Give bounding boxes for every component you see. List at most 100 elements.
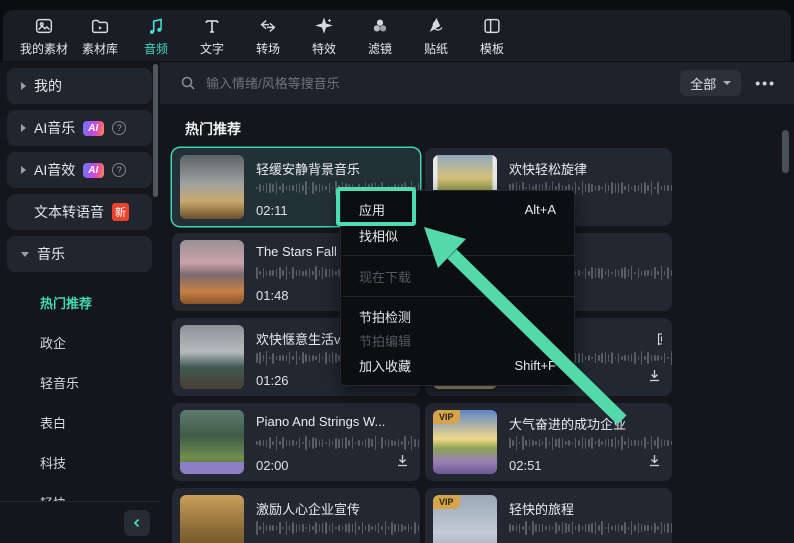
tab-label: 贴纸 bbox=[423, 41, 448, 56]
sidebar-footer bbox=[0, 501, 160, 543]
filters-icon bbox=[373, 19, 387, 31]
music-category[interactable]: 轻音乐 bbox=[0, 362, 160, 402]
music-thumbnail: VIP bbox=[433, 410, 497, 474]
menu-item-download-now: 现在下载 bbox=[341, 263, 574, 289]
more-menu-button[interactable]: ••• bbox=[751, 75, 780, 91]
templates-icon bbox=[484, 18, 500, 33]
collapse-sidebar-button[interactable] bbox=[124, 510, 150, 536]
stickers-icon bbox=[429, 17, 443, 32]
menu-item-find-similar[interactable]: 找相似 bbox=[341, 222, 574, 248]
menu-item-beat-edit: 节拍编辑 bbox=[341, 328, 574, 352]
chevron-down-icon bbox=[723, 81, 732, 85]
menu-item-label: 节拍编辑 bbox=[359, 333, 412, 349]
sidebar-item-ai-music[interactable]: AI音乐 AI ? bbox=[7, 110, 152, 146]
music-thumbnail bbox=[180, 155, 244, 219]
section-title: 热门推荐 bbox=[185, 121, 241, 137]
tab-effects[interactable]: 特效 bbox=[296, 15, 352, 57]
waveform bbox=[509, 435, 677, 451]
music-card[interactable]: VIP 轻快的旅程 bbox=[425, 488, 673, 543]
music-category[interactable]: 热门推荐 bbox=[0, 282, 160, 322]
download-icon[interactable] bbox=[647, 453, 662, 473]
audio-icon bbox=[149, 17, 162, 34]
menu-item-label: 加入收藏 bbox=[359, 358, 412, 374]
music-card[interactable]: Piano And Strings W... 02:00 bbox=[172, 403, 420, 481]
menu-item-apply[interactable]: 应用 Alt+A bbox=[341, 196, 574, 222]
tab-label: 素材库 bbox=[81, 41, 118, 56]
tab-media-library[interactable]: 素材库 bbox=[72, 15, 128, 57]
music-thumbnail bbox=[180, 240, 244, 304]
music-title: 大气奋进的成功企业 bbox=[509, 417, 627, 432]
tab-stickers[interactable]: 贴纸 bbox=[408, 15, 464, 57]
music-duration: 01:48 bbox=[256, 288, 289, 303]
sidebar-item-label: 我的 bbox=[34, 78, 62, 94]
music-category[interactable]: 表白 bbox=[0, 402, 160, 442]
music-card-bottom: 02:51 bbox=[509, 455, 662, 473]
music-category[interactable]: 科技 bbox=[0, 442, 160, 482]
music-title: Piano And Strings W... bbox=[256, 414, 386, 429]
waveform bbox=[256, 435, 424, 451]
menu-item-label: 找相似 bbox=[359, 228, 399, 244]
music-duration: 02:51 bbox=[509, 458, 542, 473]
sidebar-item-ai-sfx[interactable]: AI音效 AI ? bbox=[7, 152, 152, 188]
my-media-icon bbox=[35, 18, 53, 33]
top-navigation: 我的素材 素材库 音频 文字 转场 特效 滤镜 贴纸 模板 bbox=[3, 10, 791, 62]
download-icon[interactable] bbox=[395, 453, 410, 473]
tab-label: 特效 bbox=[311, 41, 336, 56]
music-meta: 轻快的旅程 bbox=[509, 488, 673, 543]
music-card[interactable]: 激励人心企业宣传 bbox=[172, 488, 420, 543]
menu-item-beat-detect[interactable]: 节拍检测 bbox=[341, 304, 574, 328]
sidebar-item-mine[interactable]: 我的 bbox=[7, 68, 152, 104]
menu-divider bbox=[341, 255, 574, 256]
chevron-down-icon bbox=[21, 251, 29, 257]
search-bar: 全部 ••• bbox=[160, 62, 794, 104]
ai-badge: AI bbox=[83, 120, 105, 136]
menu-item-add-favorite[interactable]: 加入收藏 Shift+F bbox=[341, 352, 574, 378]
tab-audio[interactable]: 音频 bbox=[128, 15, 184, 57]
vip-badge: VIP bbox=[433, 495, 460, 509]
music-thumbnail: VIP bbox=[433, 495, 497, 543]
transition-icon bbox=[260, 19, 276, 32]
tab-transitions[interactable]: 转场 bbox=[240, 15, 296, 57]
window-titlebar bbox=[0, 0, 794, 10]
menu-item-label: 节拍检测 bbox=[359, 309, 412, 325]
sidebar-item-label: AI音乐 bbox=[34, 120, 76, 136]
menu-shortcut: Alt+A bbox=[524, 201, 556, 217]
tab-label: 滤镜 bbox=[367, 41, 392, 56]
download-icon[interactable] bbox=[647, 368, 662, 388]
filter-dropdown[interactable]: 全部 bbox=[680, 70, 742, 96]
music-category[interactable]: 政企 bbox=[0, 322, 160, 362]
sidebar-item-tts[interactable]: 文本转语音 新 bbox=[7, 194, 152, 230]
menu-item-label: 现在下载 bbox=[359, 269, 412, 285]
menu-item-label: 应用 bbox=[359, 202, 386, 218]
help-icon[interactable]: ? bbox=[112, 163, 127, 177]
sidebar-scrollbar[interactable] bbox=[153, 64, 158, 197]
music-category-list: 热门推荐 政企 轻音乐 表白 科技 轻快 bbox=[0, 282, 160, 522]
main-scrollbar[interactable] bbox=[782, 130, 789, 173]
menu-divider bbox=[341, 296, 574, 297]
new-badge: 新 bbox=[112, 203, 129, 221]
tab-my-media[interactable]: 我的素材 bbox=[16, 15, 72, 57]
context-menu: 应用 Alt+A 找相似 现在下载 节拍检测 节拍编辑 加入收藏 Shift+F bbox=[340, 190, 575, 386]
music-duration: 02:11 bbox=[256, 203, 288, 218]
tab-filters[interactable]: 滤镜 bbox=[352, 15, 408, 57]
music-meta: 大气奋进的成功企业 02:51 bbox=[509, 403, 673, 481]
text-icon bbox=[205, 19, 219, 33]
filter-label: 全部 bbox=[690, 76, 717, 92]
tab-templates[interactable]: 模板 bbox=[464, 15, 520, 57]
sidebar: 我的 AI音乐 AI ? AI音效 AI ? 文本转语音 新 音乐 热门推荐 政… bbox=[0, 62, 160, 543]
menu-shortcut: Shift+F bbox=[514, 357, 556, 373]
waveform bbox=[509, 520, 677, 536]
tab-label: 模板 bbox=[479, 41, 504, 56]
music-card[interactable]: VIP 大气奋进的成功企业 02:51 bbox=[425, 403, 673, 481]
tab-text[interactable]: 文字 bbox=[184, 15, 240, 57]
music-duration: 02:00 bbox=[256, 458, 289, 473]
search-input[interactable] bbox=[206, 75, 671, 91]
help-icon[interactable]: ? bbox=[112, 121, 127, 135]
sidebar-item-label: AI音效 bbox=[34, 162, 76, 178]
waveform bbox=[256, 520, 424, 536]
music-title: 轻缓安静背景音乐 bbox=[256, 162, 361, 177]
sidebar-item-music[interactable]: 音乐 bbox=[7, 236, 152, 272]
sidebar-item-label: 音乐 bbox=[37, 246, 65, 262]
music-thumbnail bbox=[180, 325, 244, 389]
vip-badge: VIP bbox=[433, 410, 460, 424]
